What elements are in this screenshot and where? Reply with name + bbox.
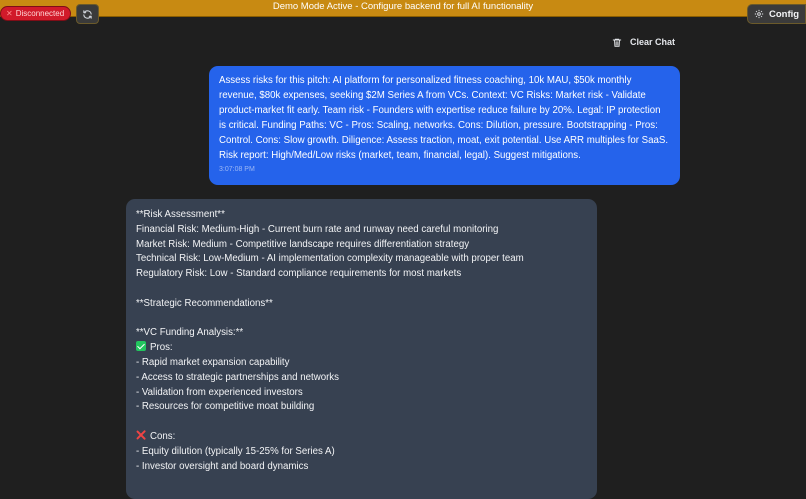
message-line: Financial Risk: Medium-High - Current bu… [136,223,499,235]
config-label: Config [769,8,800,20]
message-line: - Equity dilution (typically 15-25% for … [136,445,335,457]
message-line [136,282,587,297]
demo-mode-banner: Demo Mode Active - Configure backend for… [0,0,806,17]
config-button[interactable]: Config [747,4,806,24]
message-line: - Validation from experienced investors [136,386,303,398]
user-message-bubble: Assess risks for this pitch: AI platform… [209,66,680,185]
message-line: - Resources for competitive moat buildin… [136,401,315,413]
user-message-text: Assess risks for this pitch: AI platform… [219,75,671,161]
refresh-icon [83,9,92,19]
banner-text: Demo Mode Active - Configure backend for… [272,1,534,12]
message-line: Cons: [136,430,587,445]
message-line: - Investor oversight and board dynamics [136,460,309,472]
trash-icon [612,38,622,47]
check-mark-icon [136,341,146,352]
clear-chat-button[interactable]: Clear Chat [612,35,675,49]
message-line [136,415,587,430]
message-line: **VC Funding Analysis:** [136,327,244,339]
connection-status-badge: ✕ Disconnected [1,7,71,20]
gear-icon [754,9,764,19]
message-line [136,312,587,327]
message-line: Market Risk: Medium - Competitive landsc… [136,238,470,250]
message-line: Regulatory Risk: Low - Standard complian… [136,268,462,280]
message-line: Technical Risk: Low-Medium - AI implemen… [136,253,524,265]
cons-label: Cons: [150,430,176,442]
x-icon: ✕ [6,9,13,18]
message-line: - Rapid market expansion capability [136,356,290,368]
message-line: **Risk Assessment** [136,209,225,220]
refresh-button[interactable] [76,4,99,24]
connection-status-label: Disconnected [15,9,65,18]
cross-mark-icon [136,430,146,440]
message-line: **Strategic Recommendations** [136,297,273,309]
message-timestamp: 3:07:08 PM [219,166,255,173]
clear-chat-label: Clear Chat [630,37,676,47]
pros-label: Pros: [150,342,173,354]
message-line: Pros: [136,341,587,356]
assistant-message-bubble: **Risk Assessment** Financial Risk: Medi… [126,199,597,499]
message-line: - Access to strategic partnerships and n… [136,371,339,383]
